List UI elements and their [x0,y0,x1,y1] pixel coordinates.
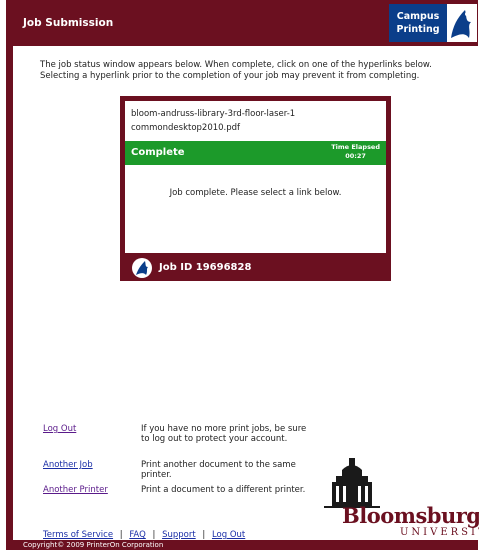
time-elapsed-label: Time Elapsed [331,143,380,151]
time-elapsed-value: 00:27 [345,152,366,160]
campus-label-line1: Campus [396,11,440,22]
left-border [6,0,13,550]
another-printer-link[interactable]: Another Printer [43,485,108,495]
job-id-bar: Job ID 19696828 [125,258,386,278]
support-link[interactable]: Support [162,530,196,540]
footer-logout-link[interactable]: Log Out [212,530,245,540]
logout-link[interactable]: Log Out [43,424,76,434]
logo-subtitle: UNIVERSITY [400,527,479,538]
footer-separator: | [152,530,156,540]
footer-separator: | [202,530,206,540]
intro-text: The job status window appears below. Whe… [40,60,432,81]
printer-name: bloom-andruss-library-3rd-floor-laser-1 [131,109,296,119]
faq-link[interactable]: FAQ [129,530,145,540]
another-job-link[interactable]: Another Job [43,460,93,470]
campus-label-line2: Printing [396,24,440,35]
eagle-icon [132,258,152,278]
copyright-text: Copyright© 2009 PrinterOn Corporation [23,541,164,549]
job-status-window: bloom-andruss-library-3rd-floor-laser-1 … [120,96,391,281]
file-name: commondesktop2010.pdf [131,123,241,133]
job-id: Job ID 19696828 [159,262,252,273]
logo-wordmark: Bloomsburg [342,503,479,528]
copyright-bar: Copyright© 2009 PrinterOn Corporation [13,540,478,550]
bloomsburg-logo: Bloomsburg UNIVERSITY [320,458,479,540]
logout-description: If you have no more print jobs, be sure … [141,424,307,444]
campus-printing-logo: Campus Printing [389,4,477,42]
time-elapsed: Time Elapsed 00:27 [331,143,380,161]
header-bar: Job Submission Campus Printing [13,0,478,46]
another-job-description: Print another document to the same print… [141,460,296,480]
job-status-panel: bloom-andruss-library-3rd-floor-laser-1 … [125,101,386,253]
status-bar: Complete Time Elapsed 00:27 [125,141,386,165]
campus-printing-label: Campus Printing [389,4,447,42]
page-frame: Job Submission Campus Printing The job s… [6,0,479,550]
another-printer-description: Print a document to a different printer. [141,485,306,495]
footer-links: Terms of Service | FAQ | Support | Log O… [43,530,245,540]
page-title: Job Submission [23,17,114,29]
carver-hall-icon [324,458,380,508]
status-label: Complete [131,147,185,158]
job-message: Job complete. Please select a link below… [169,188,342,198]
terms-link[interactable]: Terms of Service [43,530,113,540]
footer-separator: | [119,530,123,540]
eagle-icon [451,10,471,38]
